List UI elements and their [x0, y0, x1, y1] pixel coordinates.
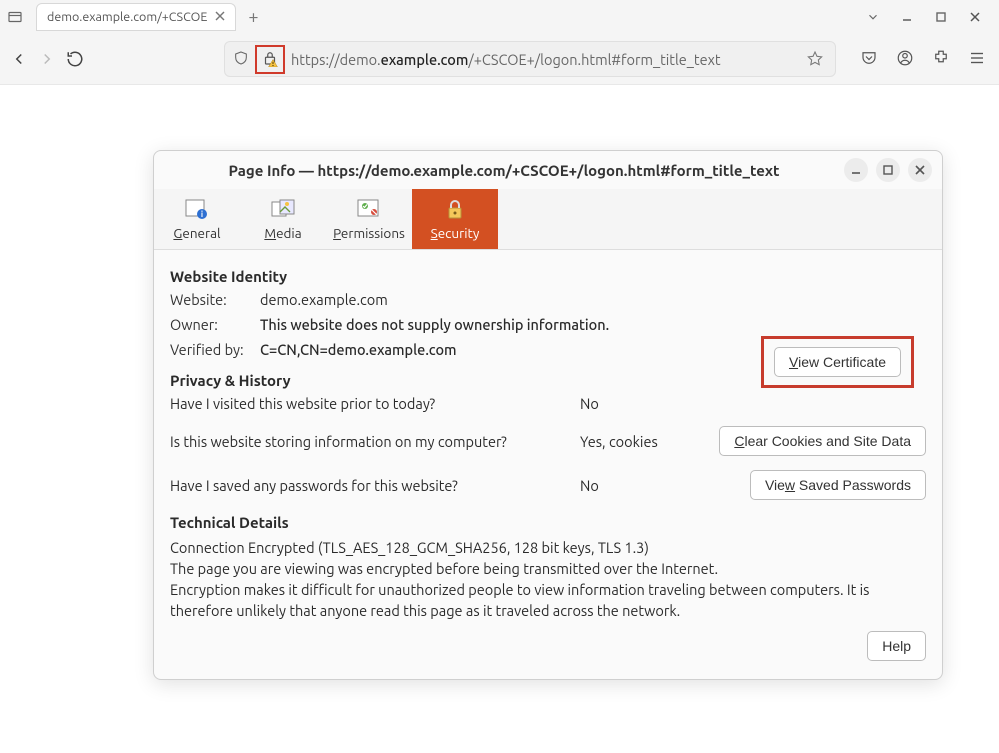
- general-tab-icon: i: [183, 197, 211, 221]
- tab-title: demo.example.com/+CSCOE: [47, 10, 207, 24]
- navigation-bar: https://demo.example.com/+CSCOE+/logon.h…: [0, 34, 999, 84]
- tab-general[interactable]: i General: [154, 189, 240, 249]
- permissions-tab-icon: [355, 197, 383, 221]
- close-tab-icon[interactable]: [215, 10, 225, 24]
- tab-strip: demo.example.com/+CSCOE +: [0, 0, 999, 34]
- website-label: Website:: [170, 291, 260, 308]
- dialog-close-icon[interactable]: [908, 158, 932, 182]
- owner-value: This website does not supply ownership i…: [260, 316, 726, 333]
- site-security-lock-highlight: [255, 45, 285, 74]
- dialog-title: Page Info — https://demo.example.com/+CS…: [164, 162, 844, 179]
- dialog-tabs: i General Media Permissions Security: [154, 189, 942, 250]
- security-tab-icon: [441, 197, 469, 221]
- passwords-answer: No: [580, 477, 700, 494]
- browser-tab[interactable]: demo.example.com/+CSCOE: [36, 3, 236, 31]
- media-tab-icon: [269, 197, 297, 221]
- tab-media[interactable]: Media: [240, 189, 326, 249]
- tabs-dropdown-icon[interactable]: [863, 7, 883, 27]
- tracking-shield-icon[interactable]: [233, 50, 249, 69]
- reload-button[interactable]: [66, 45, 84, 73]
- dialog-minimize-icon[interactable]: [844, 158, 868, 182]
- svg-text:i: i: [201, 210, 203, 219]
- dialog-maximize-icon[interactable]: [876, 158, 900, 182]
- forward-button[interactable]: [38, 45, 56, 73]
- technical-line-2: The page you are viewing was encrypted b…: [170, 558, 926, 579]
- website-identity-heading: Website Identity: [170, 268, 926, 285]
- view-saved-passwords-button[interactable]: View Saved Passwords: [750, 470, 926, 500]
- pocket-icon[interactable]: [860, 49, 878, 70]
- close-window-icon[interactable]: [965, 7, 985, 27]
- bookmark-star-icon[interactable]: [803, 50, 827, 69]
- technical-line-3: Encryption makes it difficult for unauth…: [170, 579, 926, 621]
- maximize-window-icon[interactable]: [931, 7, 951, 27]
- dialog-body: Website Identity Website: demo.example.c…: [154, 250, 942, 679]
- app-icon: [4, 6, 26, 28]
- verified-label: Verified by:: [170, 341, 260, 358]
- view-certificate-highlight: View Certificate: [761, 336, 914, 388]
- technical-heading: Technical Details: [170, 514, 926, 531]
- passwords-question: Have I saved any passwords for this webs…: [170, 477, 580, 494]
- tab-security[interactable]: Security: [412, 189, 498, 249]
- account-icon[interactable]: [896, 49, 914, 70]
- browser-chrome: demo.example.com/+CSCOE +: [0, 0, 999, 85]
- new-tab-button[interactable]: +: [242, 8, 264, 26]
- url-text[interactable]: https://demo.example.com/+CSCOE+/logon.h…: [291, 51, 797, 68]
- help-button[interactable]: Help: [867, 631, 926, 661]
- technical-line-1: Connection Encrypted (TLS_AES_128_GCM_SH…: [170, 537, 926, 558]
- website-value: demo.example.com: [260, 291, 726, 308]
- storing-question: Is this website storing information on m…: [170, 433, 580, 450]
- clear-cookies-button[interactable]: Clear Cookies and Site Data: [719, 426, 926, 456]
- extensions-icon[interactable]: [932, 49, 950, 70]
- lock-warning-icon[interactable]: [261, 49, 279, 70]
- dialog-titlebar[interactable]: Page Info — https://demo.example.com/+CS…: [154, 151, 942, 189]
- visited-question: Have I visited this website prior to tod…: [170, 395, 580, 412]
- url-bar[interactable]: https://demo.example.com/+CSCOE+/logon.h…: [224, 41, 836, 77]
- menu-icon[interactable]: [968, 49, 986, 70]
- storing-answer: Yes, cookies: [580, 433, 700, 450]
- visited-answer: No: [580, 395, 700, 412]
- owner-label: Owner:: [170, 316, 260, 333]
- back-button[interactable]: [10, 45, 28, 73]
- minimize-window-icon[interactable]: [897, 7, 917, 27]
- verified-value: C=CN,CN=demo.example.com: [260, 341, 726, 358]
- view-certificate-button[interactable]: View Certificate: [774, 347, 901, 377]
- toolbar-right: [846, 49, 999, 70]
- tab-permissions[interactable]: Permissions: [326, 189, 412, 249]
- page-info-dialog: Page Info — https://demo.example.com/+CS…: [153, 150, 943, 680]
